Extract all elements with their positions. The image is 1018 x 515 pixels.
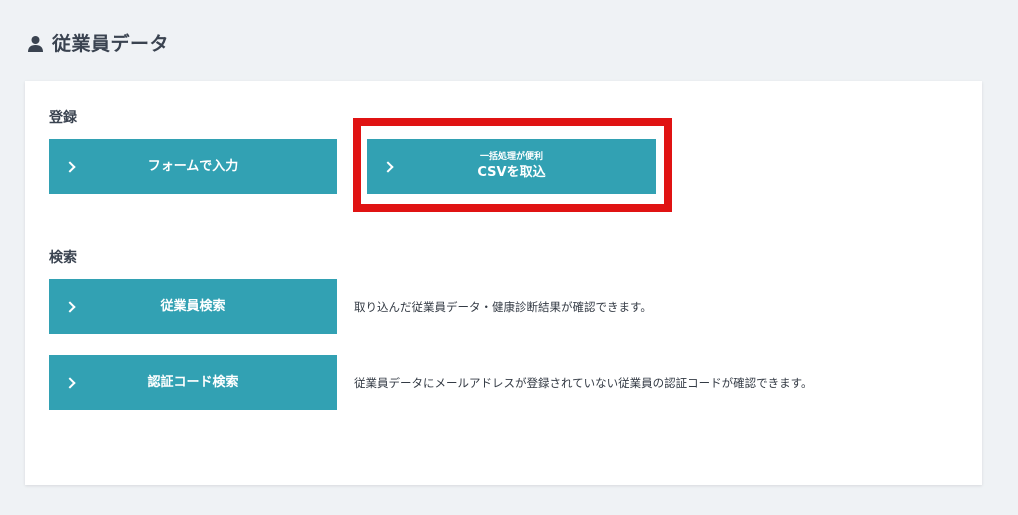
csv-import-button-sublabel: 一括処理が便利 [479,152,543,163]
search-section-label: 検索 [49,250,77,266]
form-input-button-label: フォームで入力 [147,158,239,174]
user-icon [27,35,44,53]
auth-code-search-button[interactable]: 認証コード検索 [49,355,337,410]
auth-code-search-description: 従業員データにメールアドレスが登録されていない従業員の認証コードが確認できます。 [354,376,813,390]
chevron-right-icon [64,160,76,173]
register-section-label: 登録 [49,110,77,126]
form-input-button[interactable]: フォームで入力 [49,139,337,194]
csv-import-button-label: 一括処理が便利 CSVを取込 [477,152,545,180]
page-header: 従業員データ [27,28,169,56]
page-title: 従業員データ [52,32,170,55]
chevron-right-icon [64,300,76,313]
auth-code-search-button-label: 認証コード検索 [147,374,239,390]
csv-import-button[interactable]: 一括処理が便利 CSVを取込 [367,139,656,194]
chevron-right-icon [382,160,394,173]
csv-import-button-mainlabel: CSVを取込 [477,165,546,181]
employee-search-button[interactable]: 従業員検索 [49,279,337,334]
employee-search-button-label: 従業員検索 [160,298,226,314]
chevron-right-icon [64,376,76,389]
employee-search-description: 取り込んだ従業員データ・健康診断結果が確認できます。 [354,300,652,314]
